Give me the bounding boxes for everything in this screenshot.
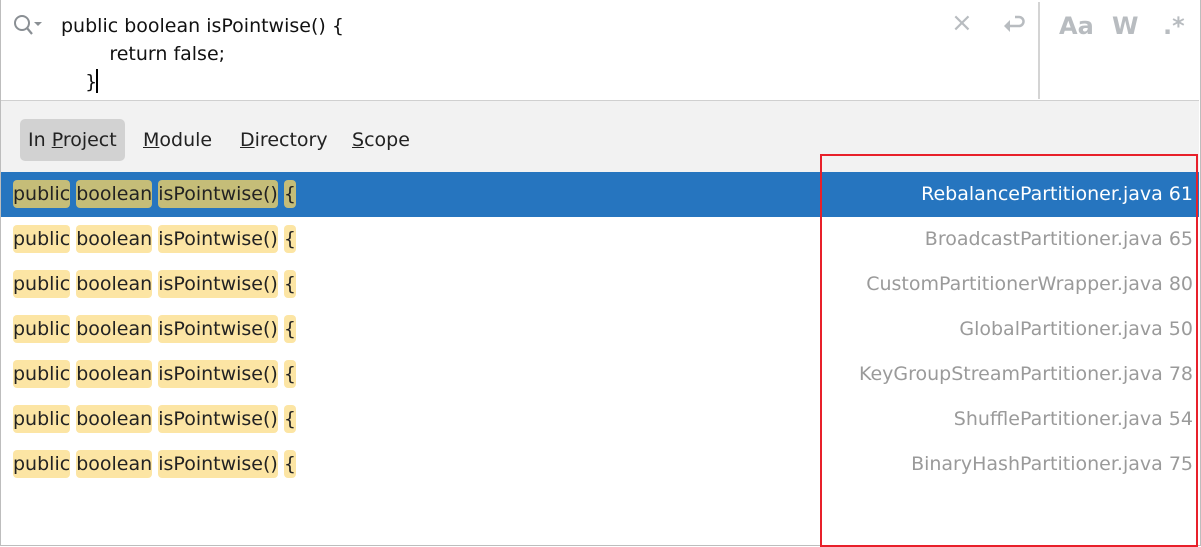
scope-tabs: In Project Module Directory Scope	[1, 101, 1199, 172]
tab-label: irectory	[254, 129, 328, 151]
result-file-location: CustomPartitionerWrapper.java 80	[866, 273, 1193, 295]
match-highlight: public	[13, 180, 71, 208]
result-row[interactable]: public boolean isPointwise() { BroadcastP…	[1, 217, 1199, 262]
match-highlight: boolean	[76, 360, 153, 388]
result-code: public boolean isPointwise() {	[13, 397, 296, 442]
tab-mnemonic: D	[240, 129, 255, 151]
divider	[1038, 2, 1040, 99]
result-file-location: ShufflePartitioner.java 54	[953, 408, 1193, 430]
result-row[interactable]: public boolean isPointwise() { BinaryHash…	[1, 442, 1199, 487]
result-row[interactable]: public boolean isPointwise() { KeyGroupSt…	[1, 352, 1199, 397]
match-highlight: public	[13, 360, 71, 388]
result-file-location: BinaryHashPartitioner.java 75	[911, 453, 1193, 475]
match-highlight: boolean	[76, 270, 153, 298]
match-highlight: isPointwise()	[158, 270, 278, 298]
search-field[interactable]: public boolean isPointwise() { return fa…	[1, 0, 1199, 101]
match-highlight: {	[283, 315, 296, 343]
search-query-text[interactable]: public boolean isPointwise() { return fa…	[61, 12, 344, 96]
match-highlight: public	[13, 225, 71, 253]
regex-icon[interactable]: .*	[1163, 12, 1185, 40]
match-highlight: public	[13, 450, 71, 478]
text-caret	[96, 69, 99, 93]
tab-label: odule	[159, 129, 213, 151]
match-highlight: boolean	[76, 405, 153, 433]
match-highlight: public	[13, 405, 71, 433]
tab-directory[interactable]: Directory	[232, 119, 336, 161]
results-list: public boolean isPointwise() { RebalanceP…	[1, 172, 1199, 487]
match-highlight: public	[13, 270, 71, 298]
tab-label: roject	[62, 129, 117, 151]
result-code: public boolean isPointwise() {	[13, 442, 296, 487]
match-case-icon[interactable]: Aa	[1059, 12, 1094, 40]
result-file-location: BroadcastPartitioner.java 65	[924, 228, 1193, 250]
close-icon[interactable]: ×	[951, 8, 973, 38]
tab-mnemonic: S	[352, 129, 365, 151]
tab-mnemonic: P	[51, 129, 63, 151]
result-code: public boolean isPointwise() {	[13, 217, 296, 262]
tab-label: cope	[364, 129, 410, 151]
match-highlight: isPointwise()	[158, 360, 278, 388]
match-highlight: public	[13, 315, 71, 343]
match-highlight: {	[283, 180, 296, 208]
match-highlight: isPointwise()	[158, 180, 278, 208]
match-highlight: boolean	[76, 315, 153, 343]
tab-scope[interactable]: Scope	[344, 119, 418, 161]
result-row[interactable]: public boolean isPointwise() { CustomPart…	[1, 262, 1199, 307]
match-highlight: {	[283, 405, 296, 433]
match-highlight: {	[283, 360, 296, 388]
match-highlight: isPointwise()	[158, 225, 278, 253]
query-line: }	[61, 71, 98, 93]
query-line: public boolean isPointwise() {	[61, 15, 344, 37]
match-highlight: boolean	[76, 225, 153, 253]
tab-mnemonic: M	[143, 129, 160, 151]
result-file-location: RebalancePartitioner.java 61	[921, 183, 1193, 205]
result-file-location: GlobalPartitioner.java 50	[959, 318, 1193, 340]
match-highlight: {	[283, 225, 296, 253]
result-code: public boolean isPointwise() {	[13, 307, 296, 352]
match-highlight: isPointwise()	[158, 315, 278, 343]
result-row[interactable]: public boolean isPointwise() { ShufflePar…	[1, 397, 1199, 442]
match-highlight: boolean	[76, 180, 153, 208]
search-history-icon[interactable]	[13, 14, 43, 36]
match-highlight: {	[283, 450, 296, 478]
tab-label: In	[28, 129, 52, 151]
result-code: public boolean isPointwise() {	[13, 352, 296, 397]
result-row[interactable]: public boolean isPointwise() { RebalanceP…	[1, 172, 1199, 217]
match-highlight: boolean	[76, 450, 153, 478]
result-code: public boolean isPointwise() {	[13, 172, 296, 217]
match-highlight: isPointwise()	[158, 450, 278, 478]
query-line: return false;	[61, 43, 226, 65]
result-code: public boolean isPointwise() {	[13, 262, 296, 307]
tab-module[interactable]: Module	[135, 119, 220, 161]
result-row[interactable]: public boolean isPointwise() { GlobalPart…	[1, 307, 1199, 352]
tab-in-project[interactable]: In Project	[20, 119, 125, 161]
match-highlight: {	[283, 270, 296, 298]
result-file-location: KeyGroupStreamPartitioner.java 78	[858, 363, 1193, 385]
newline-icon[interactable]	[1001, 14, 1025, 36]
match-highlight: isPointwise()	[158, 405, 278, 433]
words-icon[interactable]: W	[1112, 12, 1138, 40]
